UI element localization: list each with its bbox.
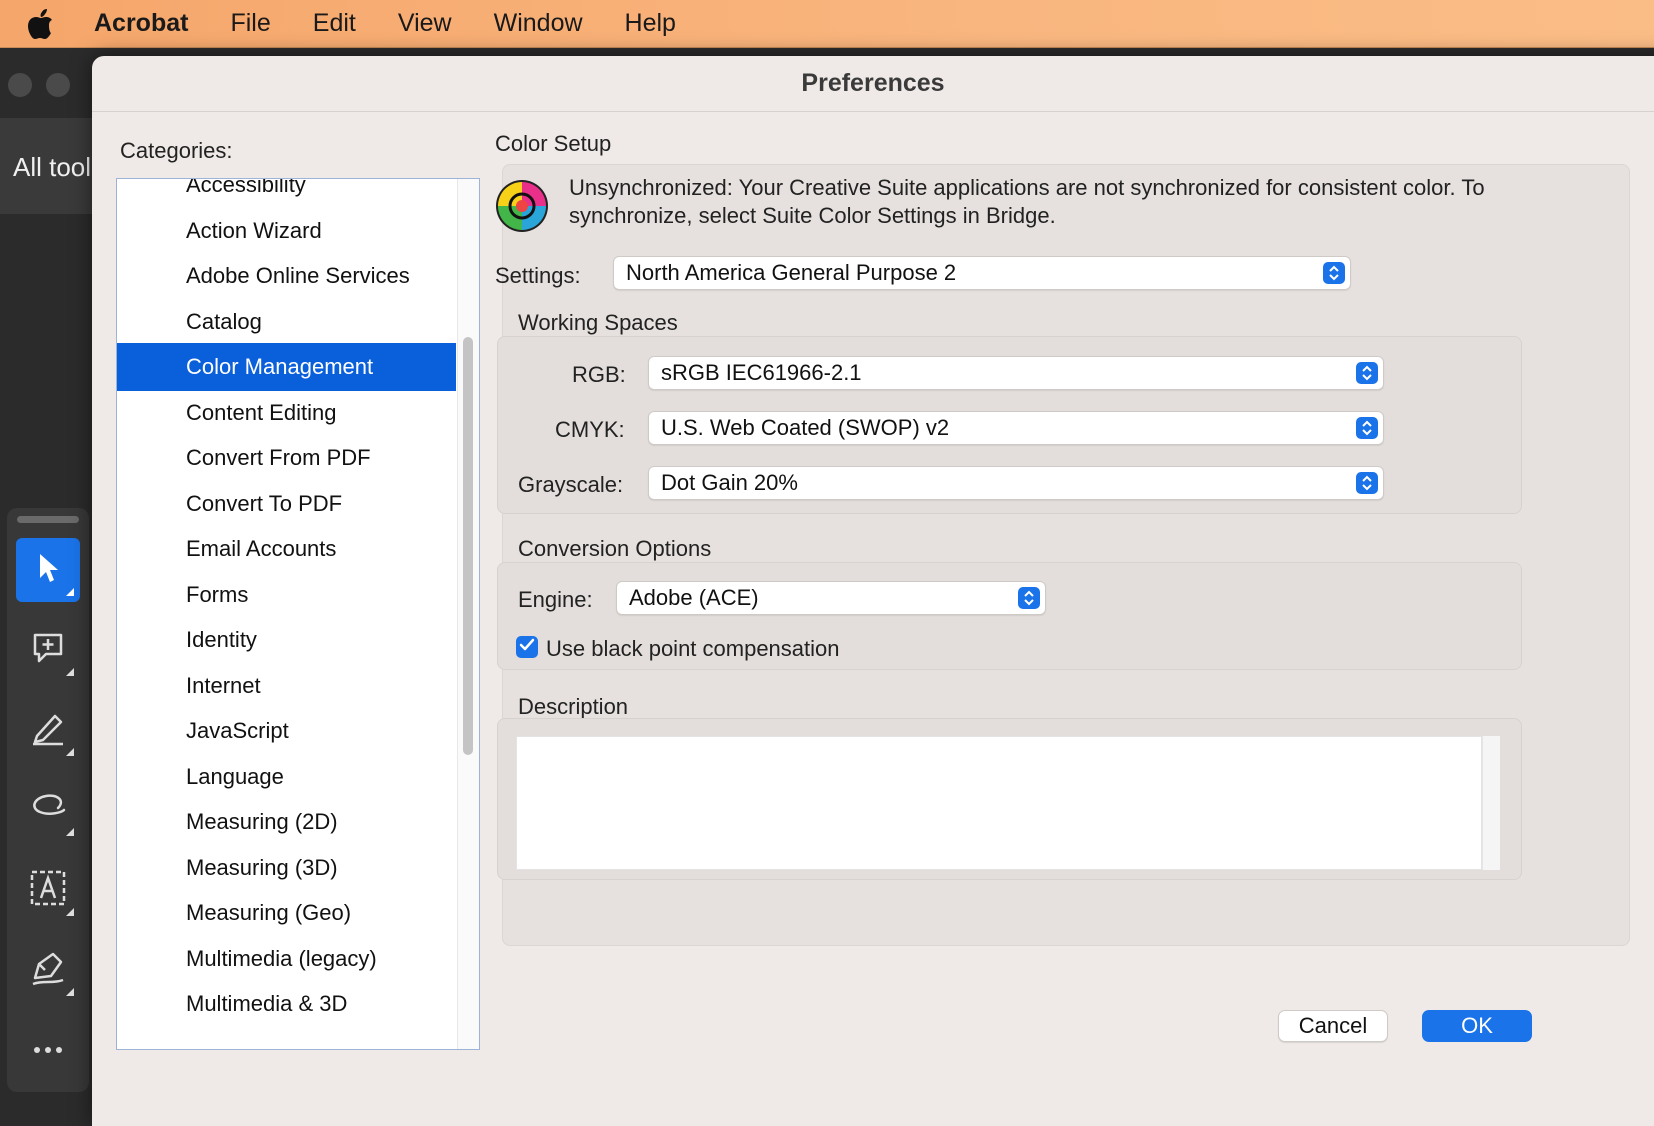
description-title: Description [518,694,629,719]
more-dots-icon [33,1041,63,1059]
checkmark-icon [519,638,535,657]
select-stepper-icon [1018,587,1040,609]
menu-edit[interactable]: Edit [313,9,356,38]
category-item[interactable]: Internet [117,662,456,710]
color-setup-title: Color Setup [495,131,612,156]
lasso-icon [28,792,68,829]
settings-select[interactable]: North America General Purpose 2 [613,256,1351,290]
cmyk-select-value: U.S. Web Coated (SWOP) v2 [661,415,950,440]
category-item[interactable]: Measuring (3D) [117,844,456,892]
category-item-selected[interactable]: Color Management [117,343,456,391]
category-item[interactable]: Content Editing [117,389,456,437]
apple-icon[interactable] [26,7,56,41]
preferences-dialog: Preferences Categories: Accessibility Ac… [92,56,1654,1126]
cmyk-select[interactable]: U.S. Web Coated (SWOP) v2 [648,411,1384,445]
menu-app-name[interactable]: Acrobat [94,9,188,38]
category-item[interactable]: Multimedia & 3D [117,980,456,1028]
select-stepper-icon [1356,417,1378,439]
pen-signature-icon [29,950,67,991]
rgb-select[interactable]: sRGB IEC61966-2.1 [648,356,1384,390]
category-item[interactable]: Measuring (2D) [117,798,456,846]
tool-rail [7,508,89,1092]
category-item[interactable]: Accessibility [117,179,456,209]
cancel-button[interactable]: Cancel [1278,1010,1388,1042]
conversion-options-title: Conversion Options [518,536,712,561]
menu-window[interactable]: Window [494,9,583,38]
ok-button[interactable]: OK [1422,1010,1532,1042]
categories-scrollbar[interactable] [457,179,479,1049]
grayscale-select[interactable]: Dot Gain 20% [648,466,1384,500]
categories-label: Categories: [120,138,233,163]
grayscale-select-value: Dot Gain 20% [661,470,798,495]
sync-status-message: Unsynchronized: Your Creative Suite appl… [569,175,1485,228]
text-box-icon [29,869,67,912]
text-tool-button[interactable] [16,858,80,922]
description-scrollbar[interactable] [1482,736,1500,870]
category-item[interactable]: Convert To PDF [117,480,456,528]
dialog-title: Preferences [92,56,1654,112]
category-item[interactable]: JavaScript [117,707,456,755]
cursor-arrow-icon [34,551,62,590]
menu-help[interactable]: Help [625,9,676,38]
select-tool-button[interactable] [16,538,80,602]
description-text-area [516,736,1482,870]
draw-tool-button[interactable] [16,778,80,842]
grayscale-label: Grayscale: [518,472,624,497]
categories-list[interactable]: Accessibility Action Wizard Adobe Online… [116,178,480,1050]
more-tools-button[interactable] [16,1018,80,1082]
select-stepper-icon [1356,472,1378,494]
category-item[interactable]: Measuring (Geo) [117,889,456,937]
working-spaces-title: Working Spaces [518,310,678,335]
category-item[interactable]: Multimedia (legacy) [117,935,456,983]
highlight-tool-button[interactable] [16,698,80,762]
window-close-button[interactable] [8,73,32,97]
tool-rail-handle[interactable] [17,516,79,523]
category-item[interactable]: Catalog [117,298,456,346]
menu-bar: Acrobat File Edit View Window Help [0,0,1654,48]
settings-select-value: North America General Purpose 2 [626,260,957,285]
comment-plus-icon [30,630,66,671]
select-stepper-icon [1323,262,1345,284]
cmyk-label: CMYK: [555,417,625,442]
color-wheel-icon [494,178,550,239]
menu-view[interactable]: View [398,9,452,38]
rgb-select-value: sRGB IEC61966-2.1 [661,360,862,385]
window-minimize-button[interactable] [46,73,70,97]
category-item[interactable]: Adobe Online Services [117,252,456,300]
black-point-label[interactable]: Use black point compensation [546,636,840,662]
category-item[interactable]: Convert From PDF [117,434,456,482]
category-item[interactable]: Identity [117,616,456,664]
category-item[interactable]: Action Wizard [117,207,456,255]
pencil-highlight-icon [29,710,67,751]
engine-label: Engine: [518,587,593,612]
select-stepper-icon [1356,362,1378,384]
menu-file[interactable]: File [230,9,270,38]
sign-tool-button[interactable] [16,938,80,1002]
category-item[interactable]: Language [117,753,456,801]
categories-scrollbar-thumb[interactable] [463,337,473,755]
settings-label: Settings: [495,263,581,288]
all-tools-tab[interactable]: All tool [13,152,91,183]
category-item[interactable]: Email Accounts [117,525,456,573]
engine-select-value: Adobe (ACE) [629,585,759,610]
rgb-label: RGB: [572,362,626,387]
engine-select[interactable]: Adobe (ACE) [616,581,1046,615]
category-item[interactable]: Forms [117,571,456,619]
black-point-checkbox[interactable] [516,636,538,658]
add-comment-tool-button[interactable] [16,618,80,682]
